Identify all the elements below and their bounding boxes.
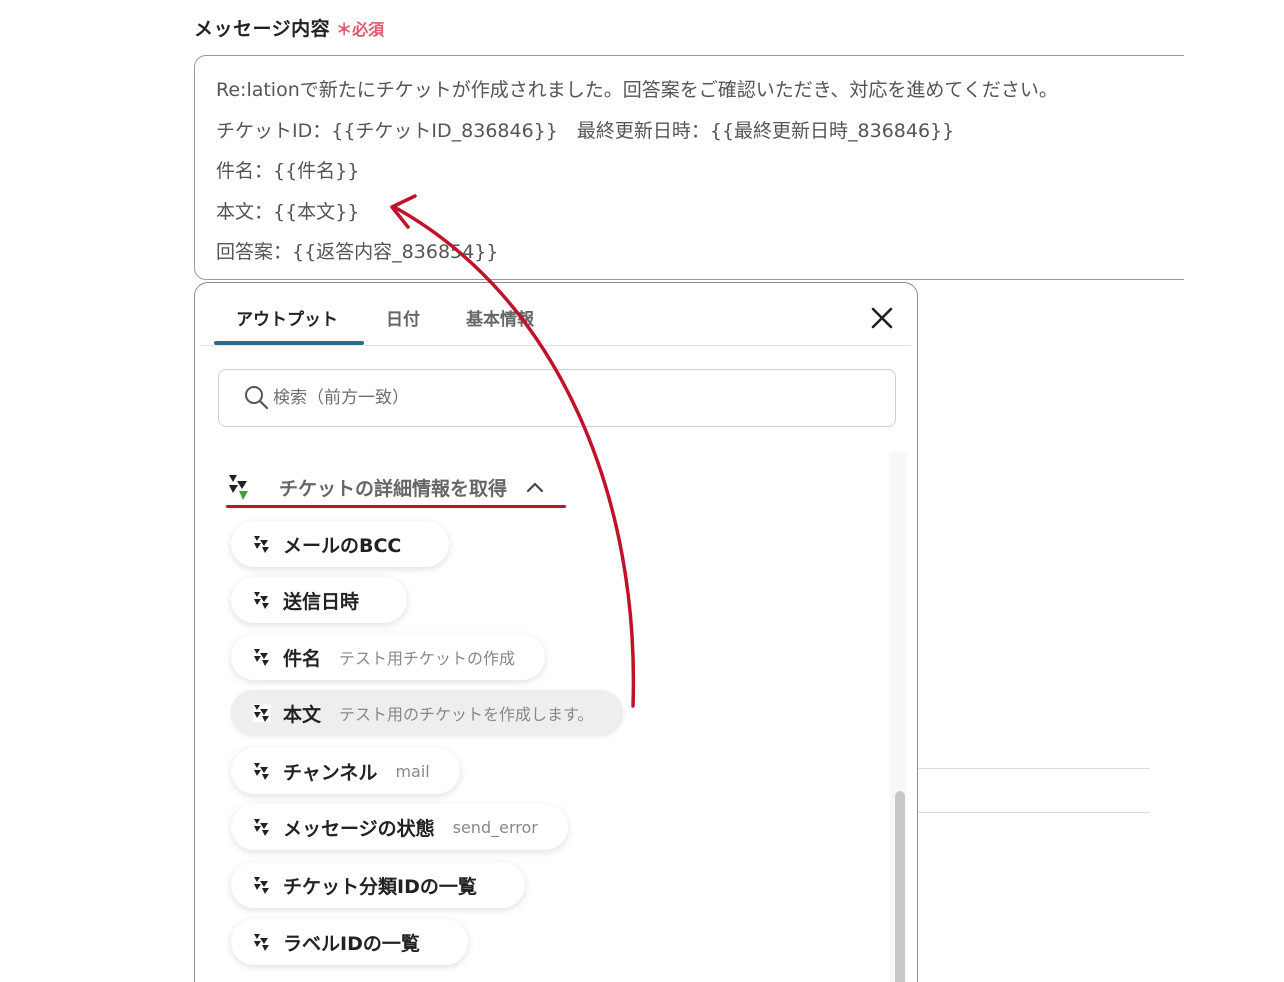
item-name: 本文 [283, 703, 322, 726]
background-divider [917, 768, 1150, 769]
tab-bar: アウトプット 日付 基本情報 [195, 283, 917, 347]
message-textarea[interactable]: Re:lationで新たにチケットが作成されました。回答案をご確認いただき、対応… [194, 55, 1184, 280]
message-line: チケットID：{{チケットID_836846}} 最終更新日時：{{最終更新日時… [216, 119, 955, 142]
item-value: mail [395, 761, 430, 781]
item-value: テスト用のチケットを作成します。 [339, 705, 594, 724]
required-text: 必須 [352, 20, 385, 39]
item-name: ラベルIDの一覧 [283, 932, 420, 955]
output-item-message-status[interactable]: メッセージの状態 send_error [231, 804, 568, 850]
item-name: 送信日時 [283, 590, 360, 613]
output-item-mail-bcc[interactable]: メールのBCC [231, 521, 450, 567]
relation-app-icon [254, 934, 269, 951]
tab-output[interactable]: アウトプット [236, 305, 338, 330]
item-name: メッセージの状態 [283, 817, 435, 840]
relation-app-icon [254, 819, 269, 836]
search-input[interactable] [273, 384, 833, 412]
item-value: テスト用チケットの作成 [339, 649, 516, 668]
item-name: チケット分類IDの一覧 [283, 875, 477, 898]
screen: メッセージ内容 ＊必須 Re:lationで新たにチケットが作成されました。回答… [0, 0, 1284, 982]
output-item-label-ids[interactable]: ラベルIDの一覧 [231, 919, 468, 965]
item-value: send_error [452, 817, 538, 837]
annotation-underline [226, 505, 566, 508]
message-line: Re:lationで新たにチケットが作成されました。回答案をご確認いただき、対応… [216, 79, 1058, 101]
required-badge: ＊必須 [336, 16, 384, 40]
search-icon [245, 386, 269, 410]
search-box [218, 369, 896, 427]
tab-basic-info[interactable]: 基本情報 [466, 305, 534, 330]
relation-app-icon [254, 536, 269, 553]
message-line: 回答案：{{返答内容_836854}} [216, 241, 499, 263]
output-item-body[interactable]: 本文 テスト用のチケットを作成します。 [231, 690, 624, 736]
item-name: メールのBCC [283, 534, 402, 557]
message-line: 件名：{{件名}} [216, 160, 360, 182]
field-title: メッセージ内容 [194, 18, 331, 40]
item-name: 件名 [283, 647, 322, 670]
field-label: メッセージ内容 ＊必須 [194, 14, 384, 41]
relation-app-icon [254, 592, 269, 609]
output-item-sent-datetime[interactable]: 送信日時 [231, 577, 408, 623]
item-name: チャンネル [283, 761, 378, 784]
relation-app-icon [229, 475, 248, 500]
close-icon [871, 307, 893, 329]
output-picker-panel: アウトプット 日付 基本情報 検索（前方一致） チケットの詳細情報を取得 メール… [194, 282, 918, 982]
required-mark: ＊ [336, 20, 353, 39]
chevron-up-icon[interactable] [525, 480, 545, 494]
output-item-subject[interactable]: 件名 テスト用チケットの作成 [231, 634, 546, 680]
group-header-ticket-details[interactable]: チケットの詳細情報を取得 [227, 467, 545, 507]
tab-divider [201, 345, 911, 346]
group-label: チケットの詳細情報を取得 [279, 477, 508, 500]
relation-app-icon [253, 704, 271, 722]
relation-app-icon [254, 877, 269, 894]
background-divider [917, 812, 1150, 813]
close-button[interactable] [867, 303, 897, 333]
scrollbar-thumb[interactable] [895, 791, 905, 982]
relation-app-icon [254, 649, 269, 666]
tab-date[interactable]: 日付 [386, 305, 420, 330]
output-item-channel[interactable]: チャンネル mail [231, 748, 460, 794]
relation-app-icon [254, 763, 269, 780]
message-line: 本文：{{本文}} [216, 200, 360, 223]
output-item-ticket-category-ids[interactable]: チケット分類IDの一覧 [231, 862, 525, 908]
